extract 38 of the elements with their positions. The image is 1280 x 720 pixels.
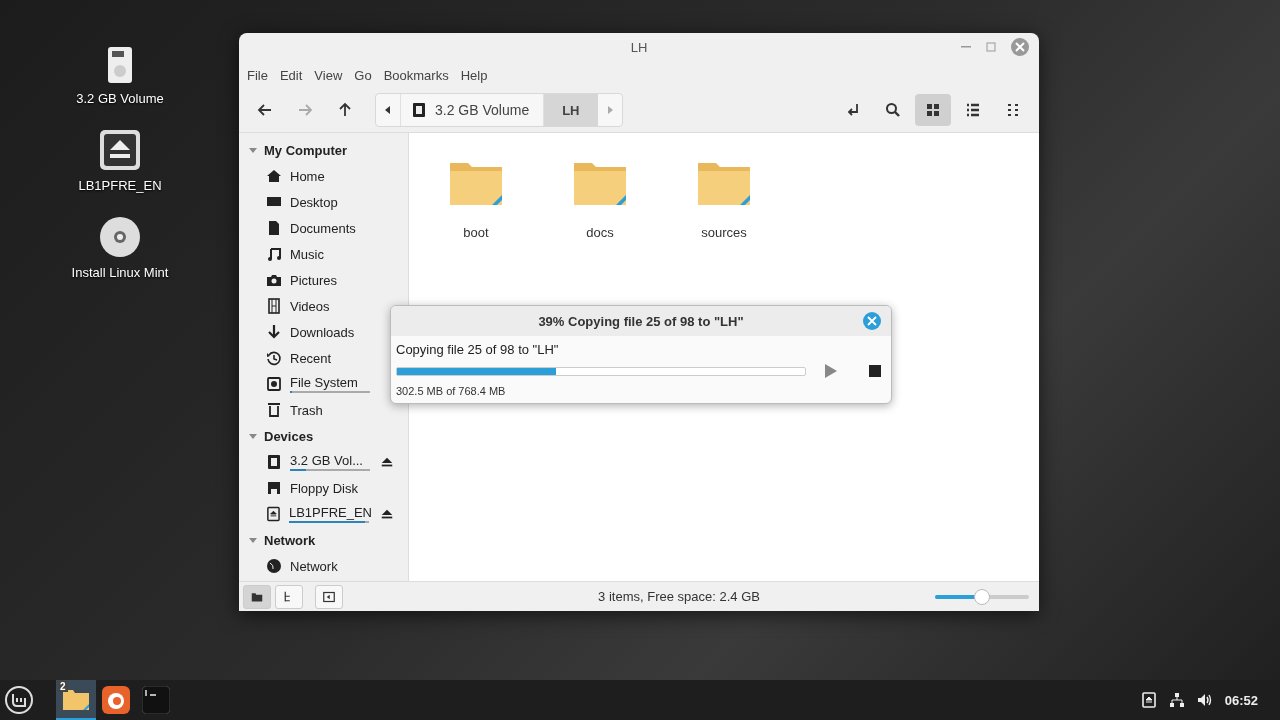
file-name[interactable]: docs xyxy=(586,225,614,240)
sidebar-section-header[interactable]: Network xyxy=(239,527,408,553)
menu-item[interactable]: Bookmarks xyxy=(377,67,455,83)
window-title: LH xyxy=(630,40,648,55)
sidebar-item[interactable]: 3.2 GB Vol... xyxy=(290,453,372,468)
sidebar-item[interactable]: Videos xyxy=(290,298,394,314)
menu-item[interactable]: Go xyxy=(348,67,378,83)
desktop-icon-label[interactable]: 3.2 GB Volume xyxy=(76,91,164,106)
menu-item[interactable]: View xyxy=(308,67,349,83)
file-name[interactable]: sources xyxy=(701,225,747,240)
status-text: 3 items, Free space: 2.4 GB xyxy=(597,589,761,604)
taskbar-app-button[interactable]: 2 xyxy=(56,680,96,720)
sidebar-section-header[interactable]: My Computer xyxy=(239,137,408,163)
sidebar-item[interactable]: Network xyxy=(290,558,394,574)
sidebar-item[interactable]: File System xyxy=(290,375,394,390)
progress-message: Copying file 25 of 98 to "LH" xyxy=(396,342,560,357)
file-name[interactable]: boot xyxy=(463,225,489,240)
menu-item[interactable]: Edit xyxy=(273,67,309,83)
sidebar-item[interactable]: LB1PFRE_EN xyxy=(288,505,372,520)
sidebar-item[interactable]: Recent xyxy=(290,350,394,366)
sidebar-section-header[interactable]: Devices xyxy=(239,423,408,449)
window-count-badge: 2 xyxy=(58,681,68,692)
sidebar-item[interactable]: Documents xyxy=(290,220,394,236)
menu-item[interactable]: Help xyxy=(454,67,494,83)
sidebar-item[interactable]: Pictures xyxy=(290,272,394,288)
dialog-title: 39% Copying file 25 of 98 to "LH" xyxy=(538,313,744,329)
path-button[interactable]: LH xyxy=(543,94,598,126)
sidebar-item[interactable]: Music xyxy=(290,246,394,262)
desktop-icon-label[interactable]: Install Linux Mint xyxy=(71,265,169,280)
clock[interactable]: 06:52 xyxy=(1224,692,1258,708)
sidebar-item[interactable]: Home xyxy=(290,168,394,184)
sidebar-item[interactable]: Downloads xyxy=(290,324,394,340)
size-progress-text: 302.5 MB of 768.4 MB xyxy=(396,385,507,397)
sidebar-item[interactable]: Floppy Disk xyxy=(290,480,394,496)
menu-item[interactable]: File xyxy=(241,67,274,83)
desktop-icon-label[interactable]: LB1PFRE_EN xyxy=(78,178,162,193)
sidebar-item[interactable]: Desktop xyxy=(290,194,394,210)
sidebar-item[interactable]: Trash xyxy=(290,402,394,418)
